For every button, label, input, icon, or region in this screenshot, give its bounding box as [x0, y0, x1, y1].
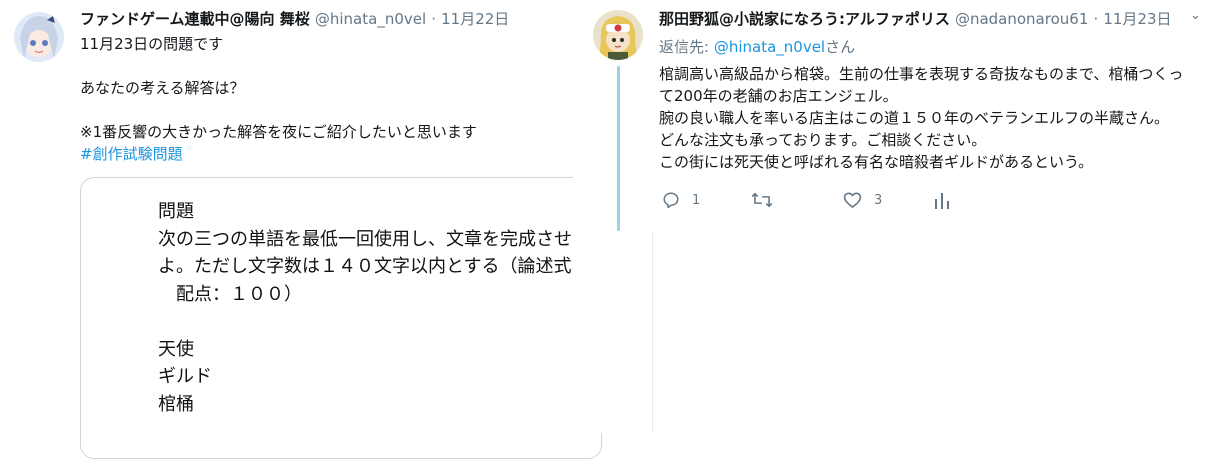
separator-dot: ·	[431, 10, 437, 28]
author-name[interactable]: ファンドゲーム連載中@陽向 舞桜	[80, 10, 310, 28]
like-button[interactable]: 3	[843, 188, 882, 212]
tweet-line: あなたの考える解答は？	[80, 79, 245, 97]
tweet-divider	[652, 232, 653, 433]
avatar[interactable]	[14, 12, 64, 62]
analytics-button[interactable]	[935, 188, 949, 212]
reply-button[interactable]: 1	[662, 188, 700, 212]
problem-word: 棺桶	[158, 393, 194, 415]
tweet-line: この街には死天使と呼ばれる有名な暗殺者ギルドがあるという。	[659, 153, 1094, 171]
hashtag-link[interactable]: #創作試験問題	[80, 143, 580, 165]
reply-mention-link[interactable]: @hinata_n0vel	[714, 38, 825, 56]
author-handle[interactable]: @nadanonarou61	[955, 10, 1088, 28]
reply-context: 返信先: @hinata_n0velさん	[659, 36, 855, 57]
reply-count: 1	[692, 192, 701, 208]
tweet-line: 棺調高い高級品から棺袋。生前の仕事を表現する奇抜なものまで、棺桶つくっ	[659, 65, 1184, 83]
reply-suffix: さん	[825, 38, 856, 56]
tweet-text: 11月23日の問題です あなたの考える解答は？ ※1番反響の大きかった解答を夜に…	[80, 33, 580, 165]
problem-word: 天使	[158, 338, 194, 360]
retweet-icon	[751, 191, 773, 209]
tweet-text: 棺調高い高級品から棺袋。生前の仕事を表現する奇抜なものまで、棺桶つくっ て200…	[659, 63, 1209, 173]
problem-word: ギルド	[158, 366, 212, 387]
author-handle[interactable]: @hinata_n0vel	[315, 10, 426, 28]
problem-line: 配点：１００）	[158, 283, 302, 305]
tweet-line: て200年の老舗のお店エンジェル。	[659, 87, 898, 105]
reply-prefix: 返信先:	[659, 38, 714, 56]
problem-title: 問題	[158, 201, 194, 222]
analytics-icon	[935, 191, 949, 209]
tweet-image[interactable]: 問題 次の三つの単語を最低一回使用し、文章を完成させ よ。ただし文字数は１４０文…	[80, 177, 602, 459]
like-count: 3	[874, 192, 883, 208]
tweet-line: 11月23日の問題です	[80, 35, 224, 53]
reply-icon	[662, 191, 680, 209]
retweet-button[interactable]	[751, 188, 785, 212]
author-name[interactable]: 那田野狐@小説家になろう:アルファポリス	[659, 10, 950, 28]
heart-icon	[843, 191, 862, 209]
thread-line	[617, 66, 620, 231]
tweet-line: 腕の良い職人を率いる店主はこの道１５０年のベテランエルフの半蔵さん。	[659, 109, 1170, 127]
chevron-down-icon[interactable]: ⌄	[1190, 8, 1201, 23]
image-text: 問題 次の三つの単語を最低一回使用し、文章を完成させ よ。ただし文字数は１４０文…	[158, 198, 601, 418]
tweet-timestamp[interactable]: 11月23日	[1103, 10, 1171, 28]
tweet-timestamp[interactable]: 11月22日	[441, 10, 509, 28]
tweet-header: ファンドゲーム連載中@陽向 舞桜 @hinata_n0vel · 11月22日	[80, 8, 509, 29]
tweet-line: ※1番反響の大きかった解答を夜にご紹介したいと思います	[80, 123, 477, 141]
separator-dot: ·	[1093, 10, 1099, 28]
problem-line: よ。ただし文字数は１４０文字以内とする（論述式	[158, 256, 572, 277]
avatar[interactable]	[593, 10, 643, 60]
problem-line: 次の三つの単語を最低一回使用し、文章を完成させ	[158, 228, 572, 250]
tweet-header: 那田野狐@小説家になろう:アルファポリス @nadanonarou61 · 11…	[659, 8, 1172, 29]
tweet-line: どんな注文も承っております。ご相談ください。	[659, 131, 987, 149]
